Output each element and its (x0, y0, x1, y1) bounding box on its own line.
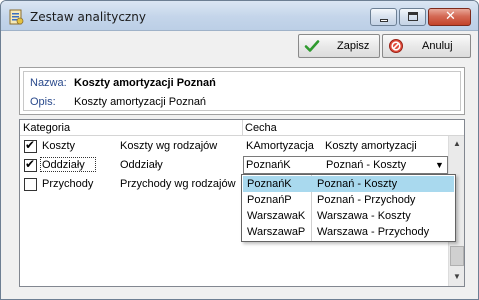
save-button-label: Zapisz (337, 40, 370, 52)
dropdown-item-name: Warszawa - Przychody (317, 226, 430, 238)
close-icon: ✕ (445, 9, 456, 24)
name-label: Nazwa: (30, 77, 67, 89)
row-category: Koszty (42, 140, 76, 152)
combobox-value-code: PoznańK (246, 159, 291, 171)
dropdown-item-code: WarszawaP (247, 226, 306, 238)
dropdown-item-name: Poznań - Przychody (317, 194, 416, 206)
scroll-down-icon[interactable]: ▼ (450, 270, 464, 284)
dropdown-item[interactable]: PoznańP Poznań - Przychody (243, 192, 454, 208)
cancel-button-label: Anuluj (422, 40, 453, 52)
table-row[interactable]: ✔ Oddziały Oddziały PoznańK Poznań - Kos… (20, 156, 448, 174)
feature-dropdown-list: PoznańK Poznań - Koszty PoznańP Poznań -… (241, 174, 456, 242)
row-checkbox[interactable] (24, 178, 37, 191)
row-checkbox[interactable]: ✔ (24, 138, 37, 153)
description-label: Opis: (30, 96, 56, 108)
name-value[interactable]: Koszty amortyzacji Poznań (74, 77, 216, 89)
check-icon: ✔ (25, 138, 36, 152)
combobox-value-name: Poznań - Koszty (326, 159, 407, 171)
close-button[interactable]: ✕ (428, 8, 471, 26)
feature-combobox[interactable]: PoznańK Poznań - Koszty (243, 156, 448, 174)
dialog-window: Zestaw analityczny ✕ Zapisz Anuluj Nazwa… (0, 0, 479, 300)
window-title: Zestaw analityczny (30, 10, 146, 24)
toolbar: Zapisz Anuluj (1, 31, 478, 61)
maximize-icon (408, 12, 418, 21)
column-header-feature[interactable]: Cecha (245, 122, 277, 134)
column-header-category[interactable]: Kategoria (23, 122, 70, 134)
column-separator (242, 120, 243, 136)
checkmark-icon (304, 40, 320, 52)
row-category-name: Oddziały (120, 159, 163, 171)
save-button[interactable]: Zapisz (298, 34, 380, 58)
cancel-button[interactable]: Anuluj (382, 34, 471, 58)
cancel-icon (389, 39, 403, 53)
row-checkbox[interactable]: ✔ (24, 157, 37, 172)
header-panel-inner: Nazwa: Koszty amortyzacji Poznań Opis: K… (23, 71, 461, 111)
row-category-name: Koszty wg rodzajów (120, 140, 218, 152)
description-value[interactable]: Koszty amortyzacji Poznań (74, 96, 206, 108)
table-row[interactable]: ✔ Koszty Koszty wg rodzajów KAmortyzacja… (20, 137, 448, 155)
dropdown-item-code: PoznańP (247, 194, 292, 206)
minimize-button[interactable] (370, 8, 397, 26)
minimize-icon (380, 19, 388, 22)
app-icon (9, 9, 24, 25)
check-icon: ✔ (25, 157, 36, 171)
maximize-button[interactable] (399, 8, 426, 26)
chevron-down-icon[interactable]: ▼ (433, 159, 446, 171)
row-category: Oddziały (42, 159, 85, 171)
dropdown-item[interactable]: WarszawaK Warszawa - Koszty (243, 208, 454, 224)
scroll-up-icon[interactable]: ▲ (450, 137, 464, 151)
row-category: Przychody (42, 178, 94, 190)
dropdown-item-name: Poznań - Koszty (317, 178, 398, 190)
row-feature-name: Koszty amortyzacji (325, 140, 417, 152)
title-bar[interactable]: Zestaw analityczny ✕ (1, 1, 478, 31)
row-category-name: Przychody wg rodzajów (120, 178, 236, 190)
dropdown-item[interactable]: WarszawaP Warszawa - Przychody (243, 224, 454, 240)
dropdown-item-code: WarszawaK (247, 210, 306, 222)
header-panel: Nazwa: Koszty amortyzacji Poznań Opis: K… (19, 67, 465, 115)
dropdown-item-name: Warszawa - Koszty (317, 210, 411, 222)
scroll-thumb[interactable] (450, 246, 464, 266)
grid-header: Kategoria Cecha (20, 120, 464, 136)
row-feature-code[interactable]: KAmortyzacja (246, 140, 314, 152)
dropdown-item[interactable]: PoznańK Poznań - Koszty (243, 176, 454, 192)
dropdown-item-code: PoznańK (247, 178, 292, 190)
